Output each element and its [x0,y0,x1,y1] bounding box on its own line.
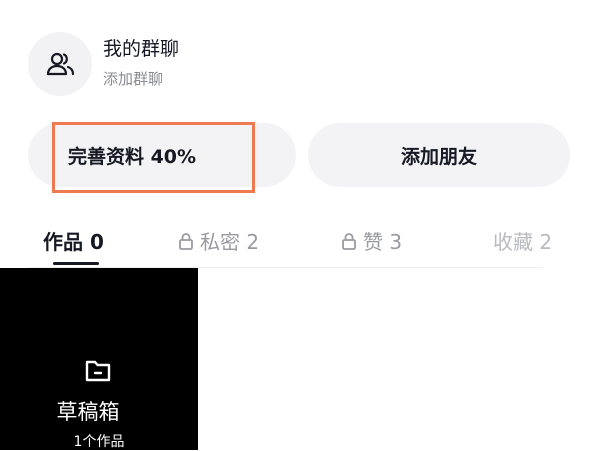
group-title: 我的群聊 [103,38,180,60]
complete-profile-button[interactable]: 完善资料 40% [28,123,296,187]
tab-works-label: 作品 0 [43,230,104,254]
drafts-card[interactable]: 草稿箱 1个作品 [0,268,198,450]
complete-profile-label: 完善资料 40% [67,145,197,168]
lock-icon [178,232,194,250]
profile-tabs: 作品 0 私密 2 赞 3 收藏 2 [0,218,600,266]
tab-likes-label: 赞 3 [363,230,403,254]
tab-favorites-label: 收藏 2 [493,230,553,254]
drafts-title: 草稿箱 [56,400,120,424]
tab-favorites[interactable]: 收藏 2 [493,226,552,255]
add-friend-label: 添加朋友 [400,145,477,168]
my-group-chat-row[interactable]: 我的群聊 添加群聊 [28,28,408,96]
add-friend-button[interactable]: 添加朋友 [308,123,570,187]
tab-likes[interactable]: 赞 3 [341,226,402,255]
folder-icon [84,356,112,384]
tab-works[interactable]: 作品 0 [43,226,104,255]
drafts-count: 1个作品 [73,434,125,450]
users-icon [44,48,76,80]
tab-private-label: 私密 2 [200,230,260,254]
group-avatar [28,32,92,96]
lock-icon [341,232,357,250]
add-group-link[interactable]: 添加群聊 [103,68,163,89]
active-tab-indicator [53,262,99,265]
tab-private[interactable]: 私密 2 [178,226,259,255]
